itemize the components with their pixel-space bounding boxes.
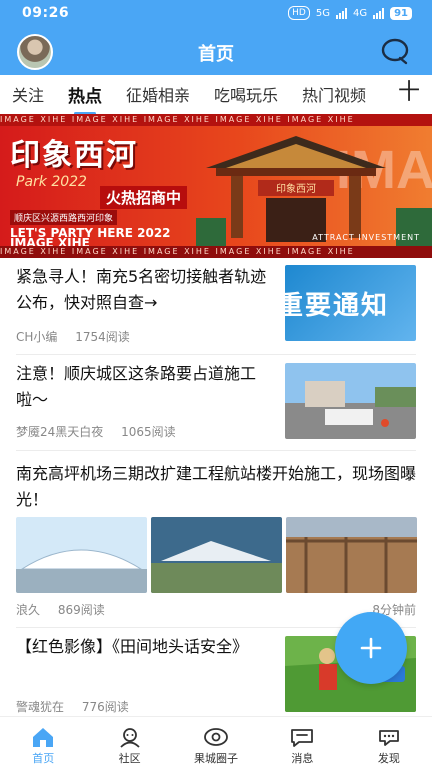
signal-icon-2 [373, 7, 385, 19]
discover-icon [378, 730, 399, 746]
bottom-nav: 首页 社区 果城圈子 消息 发现 [0, 716, 432, 768]
nav-community[interactable]: 社区 [86, 717, 172, 768]
home-icon [33, 728, 54, 747]
nav-home-label: 首页 [32, 752, 55, 765]
top-bar: 09:26 HD 5G 4G 91 首页 [0, 0, 432, 75]
gate-sign: 印象西河 [276, 183, 316, 195]
feed-meta: 浪久 869阅读 [16, 601, 105, 618]
feed-title: 紧急寻人！南充5名密切接触者轨迹公布，快对照自查→ [16, 267, 267, 312]
thumb-notice-text: 重要通知 [285, 291, 390, 321]
circles-eye-icon [204, 728, 228, 746]
tab-hot[interactable]: 热点 [56, 82, 114, 115]
banner-address: 顺庆区兴源西路西河印象 [10, 210, 118, 225]
network-5g-label: 5G [315, 7, 330, 19]
status-icons: HD 5G 4G 91 [288, 6, 412, 20]
feed-reads: 1754阅读 [75, 330, 130, 344]
feed-author: CH小编 [16, 330, 58, 344]
feed-meta: 梦魇24黑天白夜 1065阅读 [16, 423, 176, 440]
tab-hot-video[interactable]: 热门视频 [290, 82, 378, 106]
banner-ticker-bottom: IMAGE XIHE IMAGE XIHE IMAGE XIHE IMAGE X… [0, 246, 432, 258]
header: 首页 [0, 28, 432, 75]
tab-food-fun[interactable]: 吃喝玩乐 [202, 82, 290, 106]
feed-thumbnail [285, 363, 416, 439]
signal-icon [335, 7, 347, 19]
feed-item-1[interactable]: 紧急寻人！南充5名密切接触者轨迹公布，快对照自查→ CH小编 1754阅读 重要… [0, 258, 432, 354]
feed-author: 浪久 [16, 603, 41, 617]
gate-illustration: IMA 印象西河 [196, 136, 432, 246]
feed-author: 梦魇24黑天白夜 [16, 425, 104, 439]
feed-reads: 869阅读 [57, 603, 105, 617]
tab-dating[interactable]: 征婚相亲 [114, 82, 202, 106]
feed-reads: 1065阅读 [121, 425, 176, 439]
chat-bubble-icon[interactable] [380, 36, 410, 66]
promo-banner[interactable]: IMAGE XIHE IMAGE XIHE IMAGE XIHE IMAGE X… [0, 114, 432, 258]
nav-discover[interactable]: 发现 [346, 717, 432, 768]
feed-meta: CH小编 1754阅读 [16, 328, 130, 345]
nav-circles[interactable]: 果城圈子 [173, 717, 259, 768]
nav-community-label: 社区 [118, 752, 141, 765]
feed-title: 南充高坪机场三期改扩建工程航站楼开始施工，现场图曝光！ [16, 464, 417, 509]
tab-follow[interactable]: 关注 [0, 82, 56, 106]
feed-thumbnail-3 [286, 517, 417, 593]
message-icon [291, 729, 314, 747]
banner-hot-text: 火热招商中 [100, 186, 188, 209]
feed-meta: 警魂犹在 776阅读 [16, 698, 129, 715]
feed-thumbnail-1 [16, 517, 147, 593]
feed-item-3[interactable]: 南充高坪机场三期改扩建工程航站楼开始施工，现场图曝光！ 浪久 869阅读 8分钟… [0, 451, 432, 626]
feed-title: 【红色影像】《田间地头话安全》 [16, 637, 249, 656]
category-tabs: 关注 热点 征婚相亲 吃喝玩乐 热门视频 [0, 75, 432, 115]
community-icon [119, 728, 140, 748]
add-post-button[interactable] [335, 612, 407, 684]
feed-item-2[interactable]: 注意！顺庆城区这条路要占道施工啦～ 梦魇24黑天白夜 1065阅读 [0, 355, 432, 449]
feed-reads: 776阅读 [81, 700, 129, 714]
banner-ticker-top: IMAGE XIHE IMAGE XIHE IMAGE XIHE IMAGE X… [0, 114, 432, 126]
banner-attract-text: ATTRACT INVESTMENT [312, 233, 420, 242]
page-title: 首页 [198, 44, 234, 65]
banner-park-text: Park 2022 [16, 174, 87, 190]
nav-circles-label: 果城圈子 [194, 752, 239, 765]
banner-title: 印象西河 [10, 138, 138, 173]
network-4g-label: 4G [352, 7, 368, 19]
battery-icon: 91 [390, 6, 412, 20]
feed-author: 警魂犹在 [16, 700, 65, 714]
feed-thumbnail-2 [151, 517, 282, 593]
feed-title: 注意！顺庆城区这条路要占道施工啦～ [16, 364, 257, 409]
plus-icon [360, 637, 382, 659]
feed-thumbnail: 重要通知 [285, 265, 416, 341]
status-time: 09:26 [22, 5, 70, 21]
hd-badge: HD [288, 6, 310, 20]
nav-messages[interactable]: 消息 [259, 717, 345, 768]
nav-home[interactable]: 首页 [0, 717, 86, 768]
nav-messages-label: 消息 [291, 752, 314, 765]
status-bar: 09:26 HD 5G 4G 91 [0, 0, 432, 28]
add-tab-button[interactable]: 十 [381, 80, 420, 106]
nav-discover-label: 发现 [377, 752, 400, 765]
